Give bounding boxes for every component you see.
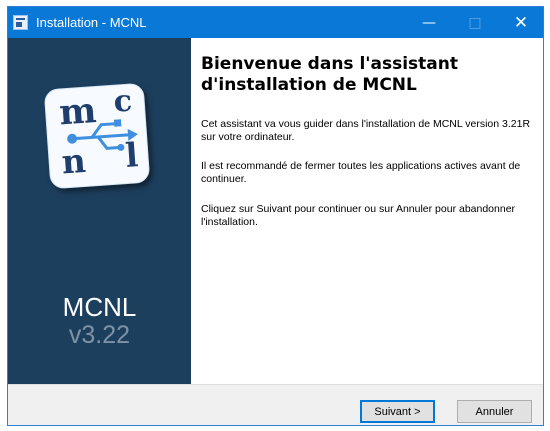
welcome-heading: Bienvenue dans l'assistant d'installatio… (201, 54, 458, 95)
mcnl-logo: m c n l (43, 80, 151, 190)
installer-app-icon (13, 15, 28, 30)
title-bar[interactable]: Installation - MCNL — □ ✕ (8, 7, 543, 38)
cancel-button[interactable]: Annuler (457, 400, 532, 423)
instructions-paragraph: Cliquez sur Suivant pour continuer ou su… (201, 203, 516, 228)
product-name: MCNL (62, 292, 137, 322)
window-title: Installation - MCNL (36, 15, 147, 30)
maximize-button[interactable]: □ (452, 7, 498, 38)
next-button[interactable]: Suivant > (360, 400, 435, 423)
close-apps-paragraph: Il est recommandé de fermer toutes les a… (201, 160, 521, 185)
usb-icon (67, 119, 138, 151)
welcome-panel: Bienvenue dans l'assistant d'installatio… (191, 38, 543, 384)
logo-tile: m c n l (43, 82, 151, 190)
product-version: v3.22 (68, 321, 131, 349)
close-button[interactable]: ✕ (498, 7, 544, 38)
button-bar: Suivant > Annuler (8, 384, 543, 425)
installer-sidebar: m c n l MCNL v3.22 (8, 38, 191, 384)
minimize-button[interactable]: — (406, 7, 452, 38)
installer-window: Installation - MCNL — □ ✕ m c n l MCNL v… (7, 6, 544, 426)
intro-paragraph: Cet assistant va vous guider dans l'inst… (201, 118, 531, 143)
